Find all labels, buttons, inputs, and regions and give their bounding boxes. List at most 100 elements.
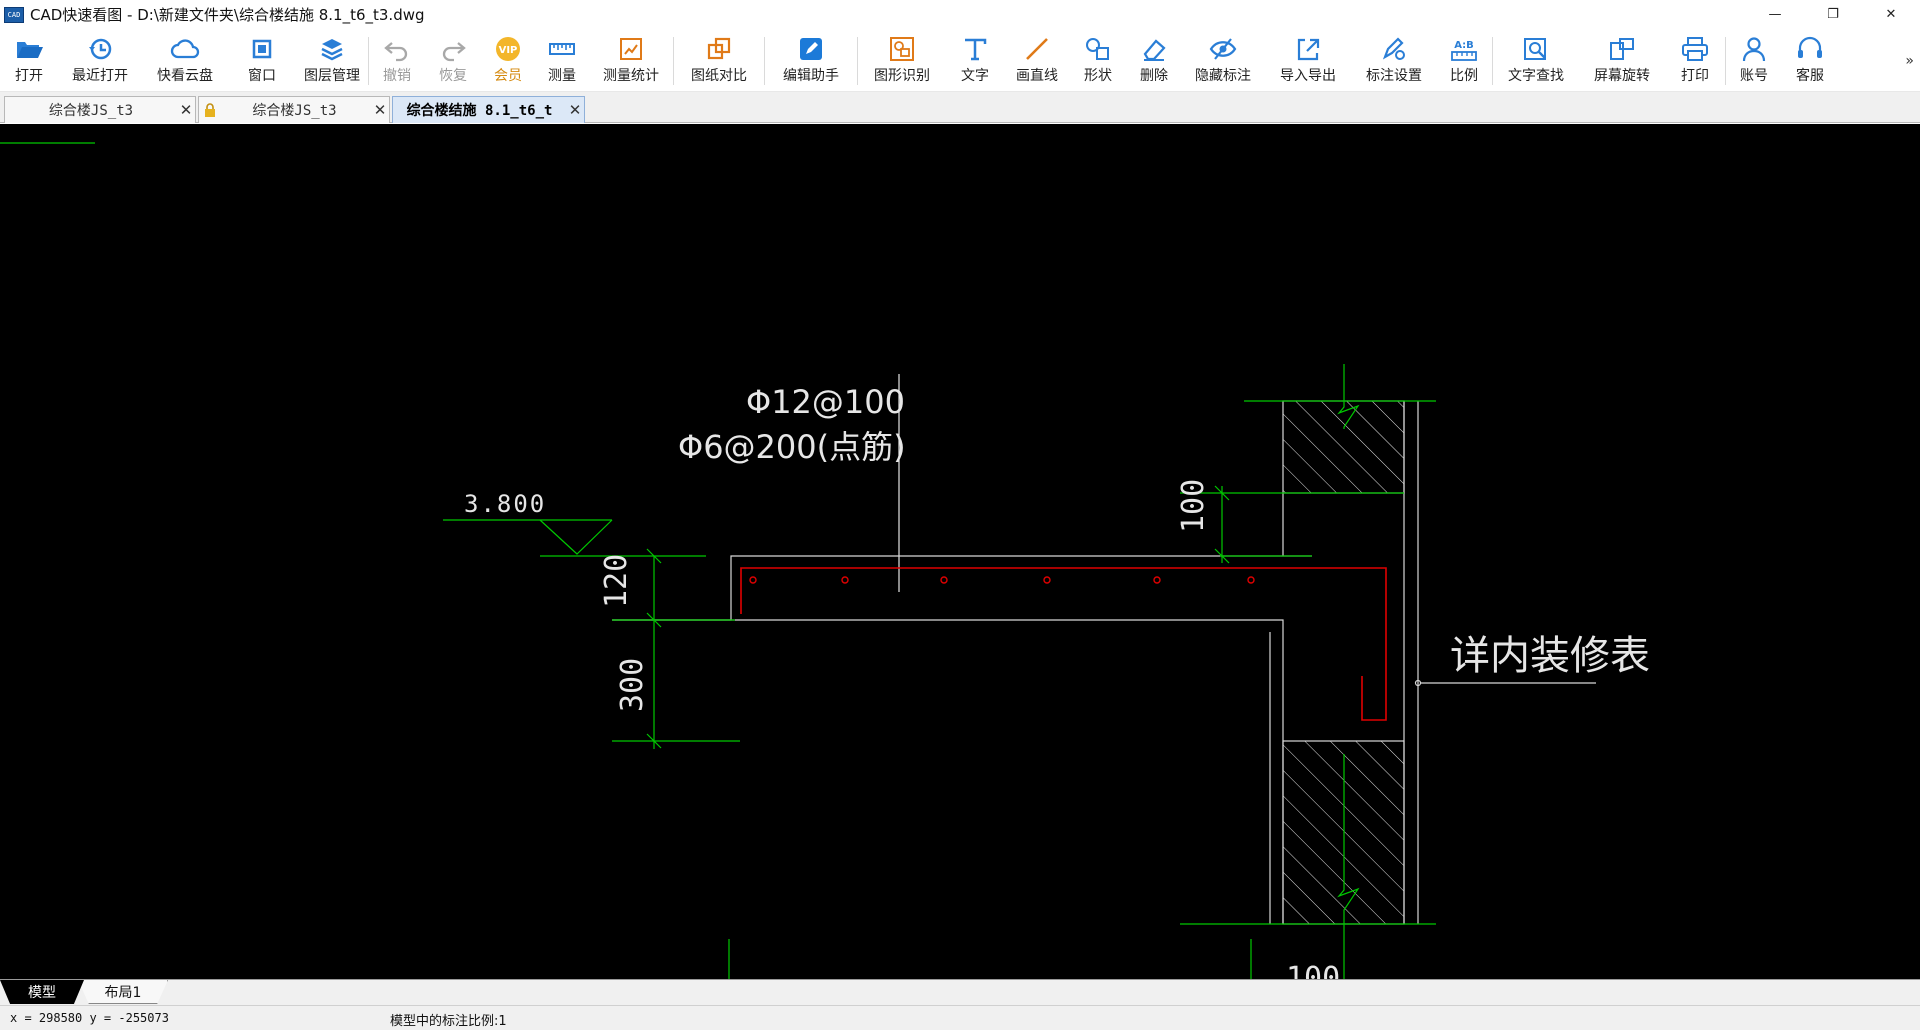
redo-button[interactable]: 恢复 xyxy=(425,29,481,92)
tab-close-icon[interactable]: ✕ xyxy=(371,101,389,119)
edit-assistant-icon xyxy=(800,38,822,60)
rotate-screen-icon xyxy=(1610,38,1634,60)
dimension-bottom-label: 100 xyxy=(1286,961,1340,979)
hide-eye-icon xyxy=(1209,38,1237,60)
minimize-button[interactable]: — xyxy=(1746,0,1804,29)
recent-open-button[interactable]: 最近打开 xyxy=(58,29,142,92)
shape-recognition-icon xyxy=(890,37,914,61)
measure-stats-icon xyxy=(620,38,642,60)
rebar-dot xyxy=(841,576,849,584)
folder-open-icon xyxy=(17,42,43,58)
restore-button[interactable]: ❐ xyxy=(1804,0,1862,29)
elevation-label: 3.800 xyxy=(464,490,546,518)
text-icon xyxy=(965,38,987,61)
tab-label: 综合楼JS_t3 xyxy=(48,103,134,119)
shape-recognition-button[interactable]: 图形识别 xyxy=(858,29,946,92)
headset-icon xyxy=(1798,36,1822,58)
rebar-dot xyxy=(749,576,757,584)
annotation-scale-status: 模型中的标注比例:1 xyxy=(390,1014,507,1029)
delete-button[interactable]: 删除 xyxy=(1126,29,1182,92)
rebar-main xyxy=(740,567,1387,721)
drawing-compare-button[interactable]: 图纸对比 xyxy=(674,29,764,92)
rebar-dot xyxy=(940,576,948,584)
window-button[interactable]: 窗口 xyxy=(228,29,296,92)
slab-top-edge xyxy=(612,555,1312,621)
tab-layout1[interactable]: 布局1 xyxy=(78,980,168,1004)
document-tab-bar: 综合楼JS_t3 ✕ 综合楼JS_t3 ✕ 综合楼结施 8.1_t6_t ✕ xyxy=(0,92,1920,123)
window-title: CAD快速看图 - D:\新建文件夹\综合楼结施 8.1_t6_t3.dwg xyxy=(30,6,425,24)
text-tool-button[interactable]: 文字 xyxy=(946,29,1004,92)
tab-label: 综合楼结施 8.1_t6_t xyxy=(406,103,553,119)
import-export-button[interactable]: 导入导出 xyxy=(1264,29,1352,92)
rebar-distribution-label: Φ6@200(点筋) xyxy=(678,428,906,466)
layout-tab-bar: 布局1 模型 xyxy=(0,979,1920,1005)
measure-button[interactable]: 测量 xyxy=(535,29,589,92)
close-window-button[interactable]: ✕ xyxy=(1862,0,1920,29)
dimension-100-label: 100 xyxy=(1176,479,1211,533)
eraser-icon xyxy=(1143,39,1166,61)
cloud-disk-button[interactable]: 快看云盘 xyxy=(142,29,228,92)
lock-icon xyxy=(205,103,215,117)
tab-close-icon[interactable]: ✕ xyxy=(566,101,584,119)
elevation-triangle xyxy=(539,519,613,555)
dimension-300-label: 300 xyxy=(615,658,650,712)
user-icon xyxy=(1742,37,1766,62)
undo-button[interactable]: 撤销 xyxy=(369,29,425,92)
text-search-button[interactable]: 文字查找 xyxy=(1493,29,1579,92)
rebar-dot xyxy=(1247,576,1255,584)
window-icon xyxy=(252,39,272,59)
app-logo-icon: CAD xyxy=(4,6,24,23)
cloud-icon xyxy=(170,39,200,59)
finish-note-label: 详内装修表 xyxy=(1450,633,1650,679)
vip-member-button[interactable]: VIP 会员 xyxy=(481,29,535,92)
measure-stats-button[interactable]: 测量统计 xyxy=(589,29,673,92)
cursor-coordinates: x = 298580 y = -255073 xyxy=(10,1011,169,1025)
edit-assistant-button[interactable]: 编辑助手 xyxy=(765,29,857,92)
dimension-120-label: 120 xyxy=(599,554,634,608)
slab-bottom-edge xyxy=(612,619,1284,924)
svg-text:VIP: VIP xyxy=(499,45,518,56)
tab-document-3-active[interactable]: 综合楼结施 8.1_t6_t ✕ xyxy=(392,96,585,123)
ruler-icon xyxy=(549,43,575,55)
shapes-icon xyxy=(1086,38,1109,60)
recent-clock-icon xyxy=(89,38,112,60)
scale-button[interactable]: A:B 比例 xyxy=(1436,29,1492,92)
print-button[interactable]: 打印 xyxy=(1665,29,1725,92)
draw-line-button[interactable]: 画直线 xyxy=(1004,29,1070,92)
vip-icon: VIP xyxy=(496,37,520,61)
open-button[interactable]: 打开 xyxy=(0,29,58,92)
tab-document-1[interactable]: 综合楼JS_t3 ✕ xyxy=(4,96,196,123)
shapes-button[interactable]: 形状 xyxy=(1070,29,1126,92)
line-icon xyxy=(1026,38,1048,60)
printer-icon xyxy=(1682,37,1708,61)
tab-model[interactable]: 模型 xyxy=(0,980,84,1004)
tab-document-2[interactable]: 综合楼JS_t3 ✕ xyxy=(198,96,390,123)
text-search-icon xyxy=(1524,38,1546,60)
customer-service-button[interactable]: 客服 xyxy=(1782,29,1838,92)
layer-manager-button[interactable]: 图层管理 xyxy=(296,29,368,92)
account-button[interactable]: 账号 xyxy=(1726,29,1782,92)
annotation-settings-button[interactable]: 标注设置 xyxy=(1352,29,1436,92)
annotation-settings-icon xyxy=(1382,37,1405,60)
rebar-dot xyxy=(1153,576,1161,584)
redo-icon xyxy=(442,42,466,62)
title-bar: CAD CAD快速看图 - D:\新建文件夹\综合楼结施 8.1_t6_t3.d… xyxy=(0,0,1920,29)
scale-ratio-icon: A:B xyxy=(1451,40,1477,61)
hide-annotation-button[interactable]: 隐藏标注 xyxy=(1182,29,1264,92)
status-bar: x = 298580 y = -255073 模型中的标注比例:1 xyxy=(0,1005,1920,1030)
toolbar-more-button[interactable]: » xyxy=(1905,53,1914,69)
main-toolbar: 打开 最近打开 快看云盘 窗口 图层管理 撤销 恢复 VIP 会员 测量 测量统… xyxy=(0,29,1920,92)
drawing-canvas[interactable]: 3.800 Φ12@100 Φ6@200(点筋) 120 300 100 100… xyxy=(0,124,1920,979)
hatched-wall-upper xyxy=(1282,400,1405,494)
rebar-top-label: Φ12@100 xyxy=(746,383,905,421)
tab-close-icon[interactable]: ✕ xyxy=(177,101,195,119)
tab-label: 综合楼JS_t3 xyxy=(252,103,337,119)
cad-drawing: 3.800 Φ12@100 Φ6@200(点筋) 120 300 100 100… xyxy=(0,142,1650,979)
rebar-dot xyxy=(1043,576,1051,584)
compare-icon xyxy=(707,37,731,60)
svg-text:A:B: A:B xyxy=(1454,40,1474,51)
layers-icon xyxy=(321,39,343,61)
rotate-screen-button[interactable]: 屏幕旋转 xyxy=(1579,29,1665,92)
undo-icon xyxy=(384,42,408,62)
import-export-icon xyxy=(1297,38,1320,61)
